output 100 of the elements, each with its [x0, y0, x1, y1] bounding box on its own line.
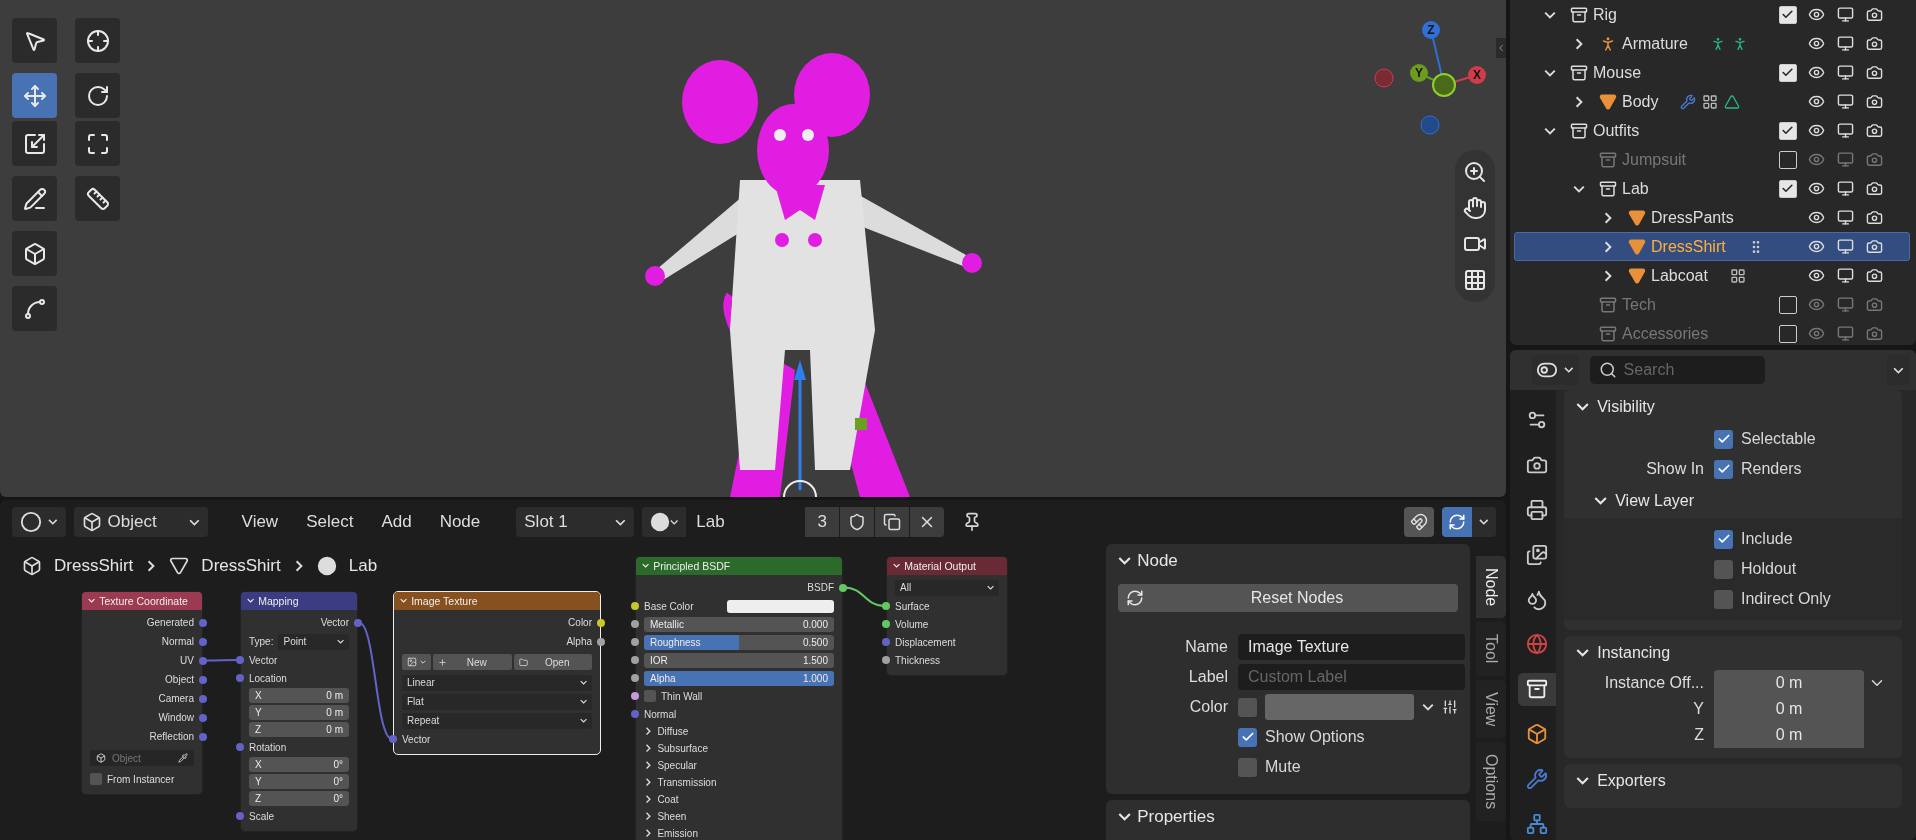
number-field[interactable]: 0 m [1714, 696, 1864, 722]
overlays-dropdown[interactable] [1472, 507, 1496, 537]
tool-button[interactable] [75, 73, 120, 118]
socket[interactable] [631, 674, 639, 682]
camera-icon[interactable] [1866, 180, 1883, 197]
number-field[interactable]: 0 m [1714, 670, 1864, 696]
number-field[interactable]: X 0° [249, 757, 349, 772]
panel-label[interactable]: Subsurface [657, 743, 708, 754]
eye-icon[interactable] [1808, 122, 1825, 139]
object-field[interactable]: Object [90, 750, 194, 766]
collapse-icon[interactable] [88, 597, 96, 605]
transform-icon[interactable] [85, 131, 110, 156]
eyedropper-icon[interactable] [178, 753, 188, 763]
cube-icon[interactable] [22, 241, 47, 266]
sidebar-tab[interactable]: Options [1476, 742, 1506, 822]
number-field[interactable]: 0 m [1714, 722, 1864, 748]
camera-icon[interactable] [1866, 93, 1883, 110]
user-count-button[interactable]: 3 [804, 507, 840, 537]
outliner-row[interactable]: DressShirt [1514, 232, 1910, 261]
monitor-icon[interactable] [1837, 267, 1854, 284]
dropdown[interactable]: All [895, 579, 999, 596]
reset-nodes-button[interactable]: Reset Nodes [1118, 584, 1458, 612]
properties-tab[interactable] [1518, 672, 1556, 706]
panel-label[interactable]: Emission [657, 828, 698, 839]
number-field[interactable]: Z 0 m [249, 722, 349, 737]
outliner-row[interactable]: Labcoat [1514, 261, 1910, 290]
panel-label[interactable]: Coat [657, 794, 679, 805]
node-title[interactable]: Mapping [241, 592, 357, 610]
color-swatch[interactable] [1265, 694, 1414, 720]
exclude-checkbox[interactable] [1778, 150, 1797, 169]
camera-icon[interactable] [1866, 122, 1883, 139]
number-field[interactable]: Y 0 m [249, 705, 349, 720]
collapse-icon[interactable] [400, 597, 408, 605]
tool-button[interactable] [12, 176, 57, 221]
collapse-icon[interactable] [642, 562, 650, 570]
eye-icon[interactable] [1808, 93, 1825, 110]
collapse-icon[interactable] [893, 562, 901, 570]
breadcrumb[interactable]: DressShirt [201, 556, 281, 576]
menu-item[interactable]: Add [371, 508, 422, 536]
material-name-field[interactable]: Lab [686, 507, 805, 537]
sphere-icon[interactable] [650, 512, 671, 532]
dropdown[interactable]: Flat [402, 693, 592, 710]
text-field[interactable]: Image Texture [1238, 634, 1465, 660]
camera-icon[interactable] [1866, 209, 1883, 226]
sphere-icon[interactable] [20, 511, 42, 533]
caret-icon[interactable] [1422, 701, 1434, 713]
checkbox[interactable] [90, 773, 102, 785]
duplicate-button[interactable] [874, 507, 910, 537]
collapse-button[interactable] [1496, 38, 1506, 58]
tool-button[interactable] [12, 18, 57, 63]
socket[interactable] [631, 638, 639, 646]
monitor-icon[interactable] [1837, 122, 1854, 139]
cube-icon[interactable] [1526, 722, 1548, 745]
search-field[interactable]: Search [1589, 356, 1765, 384]
panel-title[interactable]: Visibility [1597, 398, 1655, 416]
editor-type-button[interactable] [12, 507, 66, 537]
menu-item[interactable]: Select [296, 508, 364, 536]
unlink-button[interactable] [909, 507, 945, 537]
rotate-icon[interactable] [85, 83, 110, 108]
eye-icon[interactable] [1808, 35, 1825, 52]
menu-item[interactable]: Node [429, 508, 491, 536]
tool-button[interactable] [75, 121, 120, 166]
outliner-row[interactable]: DressPants [1514, 203, 1910, 232]
dropdown[interactable]: Repeat [402, 712, 592, 729]
exclude-checkbox[interactable] [1778, 324, 1797, 343]
droplets-icon[interactable] [1526, 588, 1548, 611]
outliner-row[interactable]: Rig [1514, 0, 1910, 29]
monitor-icon[interactable] [1837, 180, 1854, 197]
overlay-icon[interactable] [1448, 513, 1466, 531]
panel-label[interactable]: Specular [657, 760, 697, 771]
eye-icon[interactable] [1808, 267, 1825, 284]
socket[interactable] [882, 656, 890, 664]
panel-label[interactable]: Diffuse [657, 726, 689, 737]
sliders-icon[interactable] [1442, 699, 1458, 715]
new-button[interactable]: New [433, 654, 512, 670]
printer-icon[interactable] [1526, 499, 1548, 521]
slider-field[interactable]: Roughness 0.500 [644, 634, 834, 650]
node-title[interactable]: Principled BSDF [636, 557, 842, 575]
tool-button[interactable] [75, 18, 120, 63]
slot-dropdown[interactable]: Slot 1 [516, 507, 635, 537]
vertex-groups-icon[interactable] [1702, 93, 1719, 110]
camera-icon[interactable] [1866, 64, 1883, 81]
monitor-icon[interactable] [1837, 35, 1854, 52]
eye-icon[interactable] [1808, 180, 1825, 197]
monitor-icon[interactable] [1837, 93, 1854, 110]
collection-icon[interactable] [1526, 678, 1548, 701]
open-button[interactable]: Open [513, 654, 592, 670]
axis-gizmo-drawing[interactable]: Z Y X [1374, 21, 1486, 135]
camera-icon[interactable] [1866, 6, 1883, 23]
globe-icon[interactable] [1526, 633, 1548, 656]
caret-icon[interactable] [48, 517, 58, 527]
monitor-icon[interactable] [1837, 209, 1854, 226]
dropdown[interactable]: Point [278, 633, 349, 650]
checkbox[interactable] [1238, 757, 1257, 777]
checkbox[interactable] [644, 690, 656, 702]
panel-label[interactable]: Sheen [657, 811, 687, 822]
eye-icon[interactable] [1808, 238, 1825, 255]
node-title[interactable]: Image Texture [394, 592, 600, 610]
outliner-row[interactable]: Lab [1514, 174, 1910, 203]
caret-icon[interactable] [670, 517, 679, 527]
